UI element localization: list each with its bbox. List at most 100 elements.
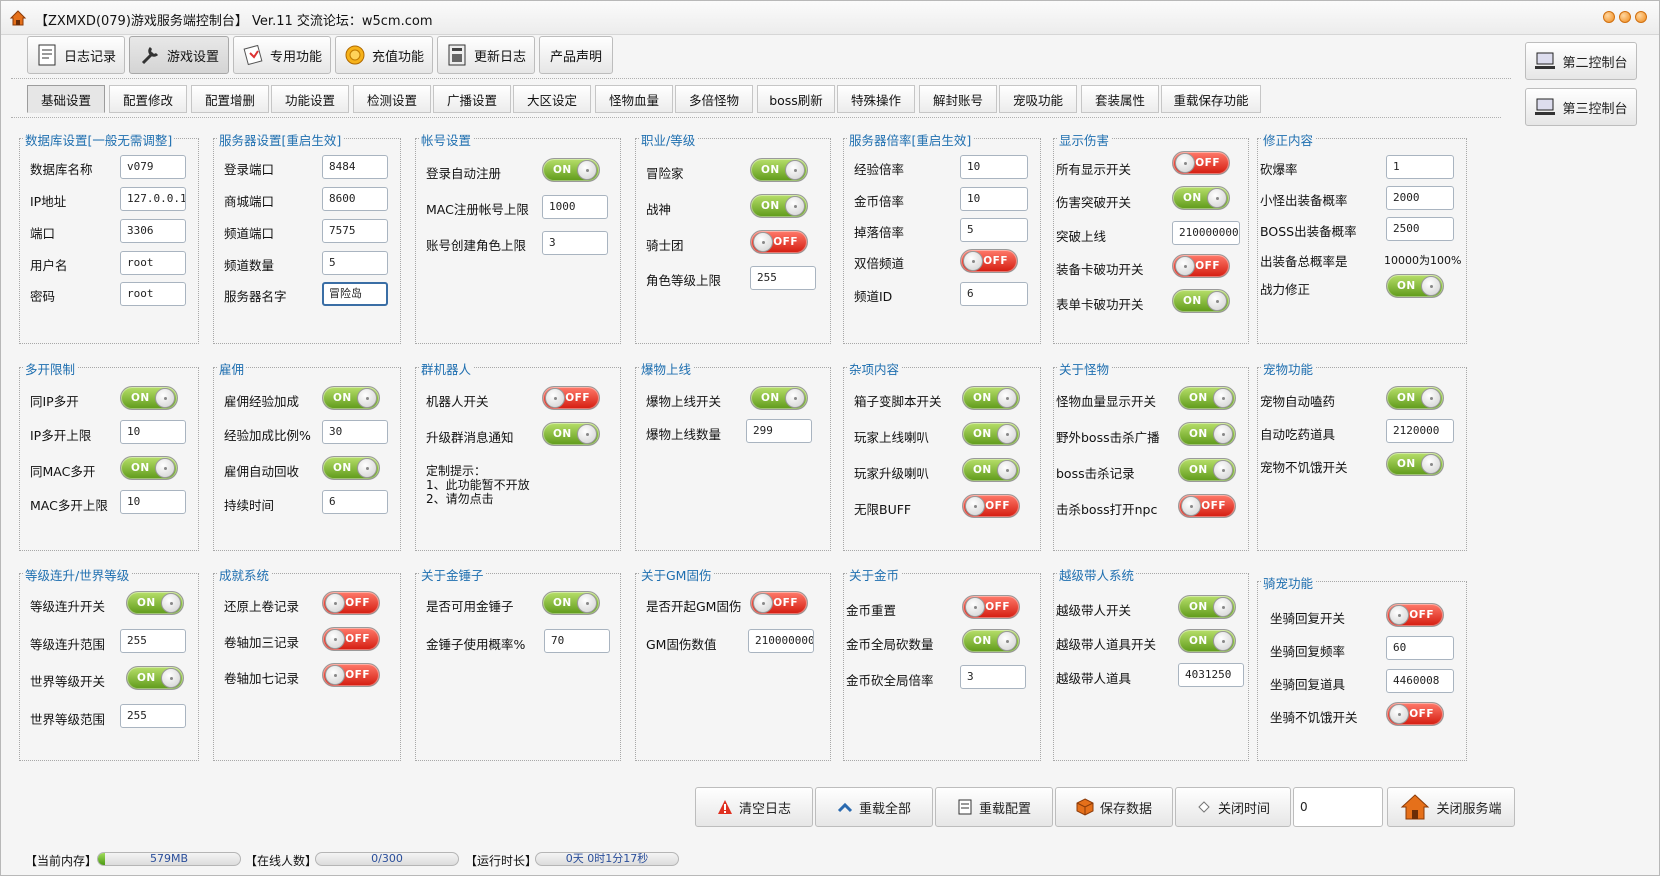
world-range-input[interactable]: 255 xyxy=(120,704,186,728)
restore-scroll-toggle[interactable]: OFF xyxy=(322,591,380,615)
db-password-input[interactable]: root xyxy=(120,282,186,306)
gold-reset-toggle[interactable]: OFF xyxy=(962,595,1020,619)
levelup-horn-toggle[interactable]: ON xyxy=(962,458,1020,482)
boss-record-toggle[interactable]: ON xyxy=(1178,458,1236,482)
damage-break-toggle[interactable]: ON xyxy=(1172,186,1230,210)
same-ip-toggle[interactable]: ON xyxy=(120,386,178,410)
tab-reload-save[interactable]: 重载保存功能 xyxy=(1161,85,1261,113)
pet-no-hunger-toggle[interactable]: ON xyxy=(1386,452,1444,476)
save-data-button[interactable]: 保存数据 xyxy=(1055,787,1173,827)
tab-unban[interactable]: 解封账号 xyxy=(919,85,997,113)
hammer-enable-toggle[interactable]: ON xyxy=(542,591,600,615)
channel-port-input[interactable]: 7575 xyxy=(322,219,388,243)
bot-toggle[interactable]: OFF xyxy=(542,386,600,410)
gold-chop-count-toggle[interactable]: ON xyxy=(962,629,1020,653)
role-limit-input[interactable]: 3 xyxy=(542,231,608,255)
special-function-button[interactable]: 专用功能 xyxy=(233,36,331,74)
channel-id-input[interactable]: 6 xyxy=(960,282,1028,306)
pet-auto-potion-toggle[interactable]: ON xyxy=(1386,386,1444,410)
server-name-input[interactable]: 冒险岛 xyxy=(322,282,388,306)
break-cap-input[interactable]: 2100000000 xyxy=(1172,221,1240,245)
carry-item-input[interactable]: 4031250 xyxy=(1178,663,1244,687)
auto-recycle-toggle[interactable]: ON xyxy=(322,456,380,480)
scroll-seven-toggle[interactable]: OFF xyxy=(322,663,380,687)
close-server-button[interactable]: 关闭服务端 xyxy=(1387,787,1515,827)
boss-npc-toggle[interactable]: OFF xyxy=(1178,494,1236,518)
mac-limit-input[interactable]: 10 xyxy=(120,490,186,514)
tab-multi-monster[interactable]: 多倍怪物 xyxy=(675,85,753,113)
monster-hp-show-toggle[interactable]: ON xyxy=(1178,386,1236,410)
reload-config-button[interactable]: 重载配置 xyxy=(935,787,1053,827)
product-statement-button[interactable]: 产品声明 xyxy=(539,36,613,74)
world-level-toggle[interactable]: ON xyxy=(126,666,184,690)
mob-equip-rate-input[interactable]: 2000 xyxy=(1386,186,1454,210)
scroll-three-toggle[interactable]: OFF xyxy=(322,627,380,651)
channel-count-input[interactable]: 5 xyxy=(322,251,388,275)
mount-freq-input[interactable]: 60 xyxy=(1386,636,1454,660)
boss-equip-rate-input[interactable]: 2500 xyxy=(1386,217,1454,241)
exp-rate-input[interactable]: 10 xyxy=(960,155,1028,179)
mac-register-limit-input[interactable]: 1000 xyxy=(542,195,608,219)
auto-register-toggle[interactable]: ON xyxy=(542,158,600,182)
mount-recover-toggle[interactable]: OFF xyxy=(1386,603,1444,627)
tab-config-edit[interactable]: 配置修改 xyxy=(109,85,187,113)
reload-all-button[interactable]: 重载全部 xyxy=(815,787,933,827)
tab-region[interactable]: 大区设定 xyxy=(513,85,591,113)
tab-boss-refresh[interactable]: boss刷新 xyxy=(757,85,835,113)
carry-item-toggle[interactable]: ON xyxy=(1178,629,1236,653)
potion-item-input[interactable]: 2120000 xyxy=(1386,419,1454,443)
db-username-input[interactable]: root xyxy=(120,251,186,275)
ip-limit-input[interactable]: 10 xyxy=(120,420,186,444)
drop-limit-toggle[interactable]: ON xyxy=(750,386,808,410)
mount-item-input[interactable]: 4460008 xyxy=(1386,669,1454,693)
chop-rate-input[interactable]: 1 xyxy=(1386,155,1454,179)
db-port-input[interactable]: 3306 xyxy=(120,219,186,243)
tab-broadcast[interactable]: 广播设置 xyxy=(433,85,511,113)
tab-basic[interactable]: 基础设置 xyxy=(27,85,105,113)
drop-rate-input[interactable]: 5 xyxy=(960,218,1028,242)
clear-log-button[interactable]: 清空日志 xyxy=(695,787,813,827)
recharge-button[interactable]: 充值功能 xyxy=(335,36,433,74)
login-port-input[interactable]: 8484 xyxy=(322,155,388,179)
game-settings-button[interactable]: 游戏设置 xyxy=(129,36,229,74)
second-console-button[interactable]: 第二控制台 xyxy=(1525,42,1637,80)
level-cap-input[interactable]: 255 xyxy=(750,266,816,290)
close-button[interactable] xyxy=(1635,11,1647,23)
update-log-button[interactable]: 更新日志 xyxy=(437,36,535,74)
db-ip-input[interactable]: 127.0.0.1 xyxy=(120,187,186,211)
tab-set-attr[interactable]: 套装属性 xyxy=(1081,85,1159,113)
double-channel-toggle[interactable]: OFF xyxy=(960,249,1018,273)
drop-count-input[interactable]: 299 xyxy=(746,419,812,443)
gm-value-input[interactable]: 2100000000 xyxy=(748,629,814,653)
equip-break-toggle[interactable]: OFF xyxy=(1172,254,1230,278)
tab-monster-hp[interactable]: 怪物血量 xyxy=(595,85,673,113)
show-all-toggle[interactable]: OFF xyxy=(1172,151,1230,175)
tab-config-add[interactable]: 配置增删 xyxy=(191,85,269,113)
meso-rate-input[interactable]: 10 xyxy=(960,187,1028,211)
minimize-button[interactable] xyxy=(1603,11,1615,23)
power-fix-toggle[interactable]: ON xyxy=(1386,274,1444,298)
hire-exp-toggle[interactable]: ON xyxy=(322,386,380,410)
maximize-button[interactable] xyxy=(1619,11,1631,23)
gm-enable-toggle[interactable]: OFF xyxy=(750,591,808,615)
tab-pet-absorb[interactable]: 宠吸功能 xyxy=(999,85,1077,113)
carry-toggle[interactable]: ON xyxy=(1178,595,1236,619)
level-notify-toggle[interactable]: ON xyxy=(542,422,600,446)
boss-broadcast-toggle[interactable]: ON xyxy=(1178,422,1236,446)
box-script-toggle[interactable]: ON xyxy=(962,386,1020,410)
shop-port-input[interactable]: 8600 xyxy=(322,187,388,211)
login-horn-toggle[interactable]: ON xyxy=(962,422,1020,446)
close-time-button[interactable]: 关闭时间 xyxy=(1175,787,1291,827)
knights-toggle[interactable]: OFF xyxy=(750,230,808,254)
tab-function[interactable]: 功能设置 xyxy=(271,85,349,113)
form-break-toggle[interactable]: ON xyxy=(1172,289,1230,313)
close-time-input[interactable]: 0 xyxy=(1293,787,1383,827)
exp-ratio-input[interactable]: 30 xyxy=(322,420,388,444)
same-mac-toggle[interactable]: ON xyxy=(120,456,178,480)
third-console-button[interactable]: 第三控制台 xyxy=(1525,88,1637,126)
tab-special-op[interactable]: 特殊操作 xyxy=(837,85,915,113)
db-name-input[interactable]: v079 xyxy=(120,155,186,179)
adventurer-toggle[interactable]: ON xyxy=(750,158,808,182)
duration-input[interactable]: 6 xyxy=(322,490,388,514)
aran-toggle[interactable]: ON xyxy=(750,194,808,218)
